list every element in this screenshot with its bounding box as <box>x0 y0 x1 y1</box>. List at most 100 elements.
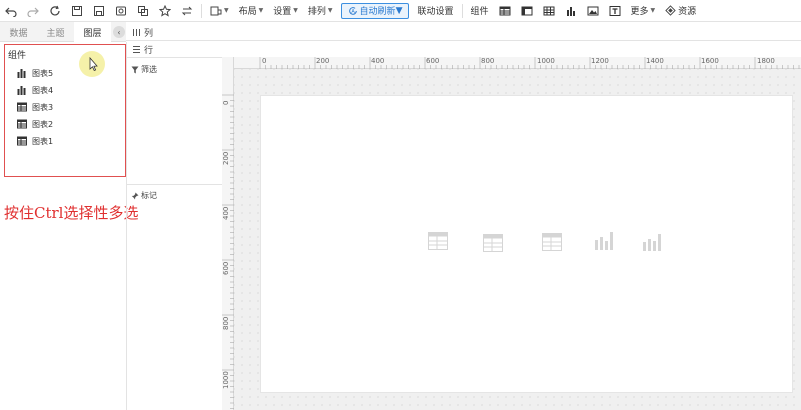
columns-icon <box>133 28 140 36</box>
vertical-ruler: 0 200 400 600 800 1000 <box>222 57 234 410</box>
chevron-down-icon: ▼ <box>650 7 656 14</box>
layout-menu[interactable]: 布局 ▼ <box>234 0 269 22</box>
arrange-menu-label: 排列 <box>307 7 326 17</box>
layer-item-chart1[interactable]: 图表1 <box>17 134 53 148</box>
layer-item-label: 图表5 <box>32 68 54 78</box>
ruler-label: 1200 <box>591 57 609 65</box>
table-component-icon[interactable] <box>494 0 516 22</box>
auto-refresh-button[interactable]: A 自动刷新 ▼ <box>340 2 410 19</box>
horizontal-ruler: 0 200 400 600 800 1000 1200 1400 1600 18… <box>222 57 801 69</box>
layers-panel-title: 组件 <box>8 51 27 61</box>
layer-item-chart4[interactable]: 图表4 <box>17 83 53 97</box>
resources-icon <box>665 5 676 16</box>
table-icon <box>17 119 27 129</box>
refresh-icon[interactable] <box>44 0 66 22</box>
toolbar-divider <box>201 3 202 18</box>
filter-icon <box>131 66 139 73</box>
tab-layers[interactable]: 图层 <box>74 22 111 42</box>
auto-refresh-icon: A <box>348 6 357 15</box>
layer-item-label: 图表1 <box>32 136 54 146</box>
chevron-down-icon: ▼ <box>327 7 333 14</box>
export-icon[interactable] <box>132 0 154 22</box>
ruler-label: 0 <box>262 57 267 65</box>
tab-theme[interactable]: 主题 <box>37 22 74 42</box>
preview-icon[interactable] <box>110 0 132 22</box>
undo-icon[interactable] <box>0 0 22 22</box>
arrange-menu[interactable]: 排列 ▼ <box>303 0 338 22</box>
linkage-settings-button[interactable]: 联动设置 <box>412 0 458 22</box>
bar-chart-component-icon[interactable] <box>560 0 582 22</box>
ruler-label: 1600 <box>701 57 719 65</box>
more-menu-label: 更多 <box>630 7 649 17</box>
chevron-down-icon: ▼ <box>224 7 229 14</box>
table-placeholder-icon <box>483 234 503 252</box>
ruler-label: 400 <box>371 57 385 65</box>
settings-menu[interactable]: 设置 ▼ <box>268 0 303 22</box>
resources-button[interactable]: 资源 <box>660 0 701 22</box>
rows-shelf[interactable]: 行 <box>126 41 222 57</box>
chevron-down-icon: ▼ <box>293 7 298 14</box>
layout-menu-label: 布局 <box>238 7 257 17</box>
components-text: 组件 <box>470 7 489 17</box>
ruler-label: 1800 <box>757 57 775 65</box>
ruler-ticks <box>222 94 234 409</box>
marks-label: 标记 <box>141 191 157 200</box>
bar-chart-placeholder-icon <box>595 232 613 250</box>
image-component-icon[interactable] <box>582 0 604 22</box>
toolbar-divider <box>461 3 463 18</box>
ruler-label: 200 <box>316 57 330 65</box>
filter-section[interactable]: 筛选 <box>131 64 157 75</box>
layer-item-chart2[interactable]: 图表2 <box>17 117 53 131</box>
screen-icon <box>210 6 222 15</box>
rows-icon <box>133 45 140 53</box>
table-icon <box>17 136 27 146</box>
crosstab-component-icon[interactable] <box>516 0 538 22</box>
tab-data[interactable]: 数据 <box>0 22 37 42</box>
filter-label: 筛选 <box>141 65 157 74</box>
ruler-label: 600 <box>426 57 440 65</box>
marks-section[interactable]: 标记 <box>131 190 157 201</box>
resources-label: 资源 <box>678 7 697 17</box>
panel-divider <box>126 42 127 410</box>
bar-chart-placeholder-icon <box>643 234 661 251</box>
ruler-label: 1000 <box>222 371 230 389</box>
save-as-icon[interactable] <box>88 0 110 22</box>
chevron-left-icon: ‹ <box>117 27 121 37</box>
collapse-panel-button[interactable]: ‹ <box>113 26 125 38</box>
columns-shelf[interactable]: 列 <box>126 24 222 40</box>
bar-chart-icon <box>17 69 26 78</box>
rows-label: 行 <box>144 45 154 56</box>
ruler-label: 800 <box>481 57 495 65</box>
bar-chart-icon <box>17 86 26 95</box>
toolbar: ▼ 布局 ▼ 设置 ▼ 排列 ▼ A 自动刷新 ▼ 联动设置 组件 更多 ▼ 资… <box>0 0 801 22</box>
text-component-icon[interactable] <box>604 0 626 22</box>
table-placeholder-icon <box>428 232 448 250</box>
layer-item-chart3[interactable]: 图表3 <box>17 100 53 114</box>
shelf-divider <box>126 40 801 41</box>
layers-panel: 组件 图表5 图表4 图表3 图表2 图表1 <box>4 44 126 177</box>
chevron-down-icon: ▼ <box>258 7 264 14</box>
filter-marks-divider <box>126 184 222 185</box>
layer-item-label: 图表2 <box>32 119 54 129</box>
screen-menu[interactable]: ▼ <box>205 0 234 22</box>
mouse-cursor-icon <box>79 51 105 77</box>
transfer-icon[interactable] <box>176 0 198 22</box>
freeform-table-icon[interactable] <box>538 0 560 22</box>
table-icon <box>17 102 27 112</box>
ruler-label: 1400 <box>646 57 664 65</box>
table-placeholder-icon <box>542 233 562 251</box>
app-root: ▼ 布局 ▼ 设置 ▼ 排列 ▼ A 自动刷新 ▼ 联动设置 组件 更多 ▼ 资… <box>0 0 801 410</box>
layer-item-chart5[interactable]: 图表5 <box>17 66 53 80</box>
layer-item-label: 图表3 <box>32 102 54 112</box>
redo-icon[interactable] <box>22 0 44 22</box>
favorite-icon[interactable] <box>154 0 176 22</box>
settings-menu-label: 设置 <box>273 7 292 17</box>
svg-text:A: A <box>351 9 355 15</box>
more-menu[interactable]: 更多 ▼ <box>626 0 661 22</box>
ruler-label: 800 <box>222 316 230 330</box>
layer-item-label: 图表4 <box>32 85 54 95</box>
save-icon[interactable] <box>66 0 88 22</box>
linkage-settings-label: 联动设置 <box>417 7 454 17</box>
components-label: 组件 <box>466 0 494 22</box>
dashboard-page[interactable] <box>260 95 793 393</box>
